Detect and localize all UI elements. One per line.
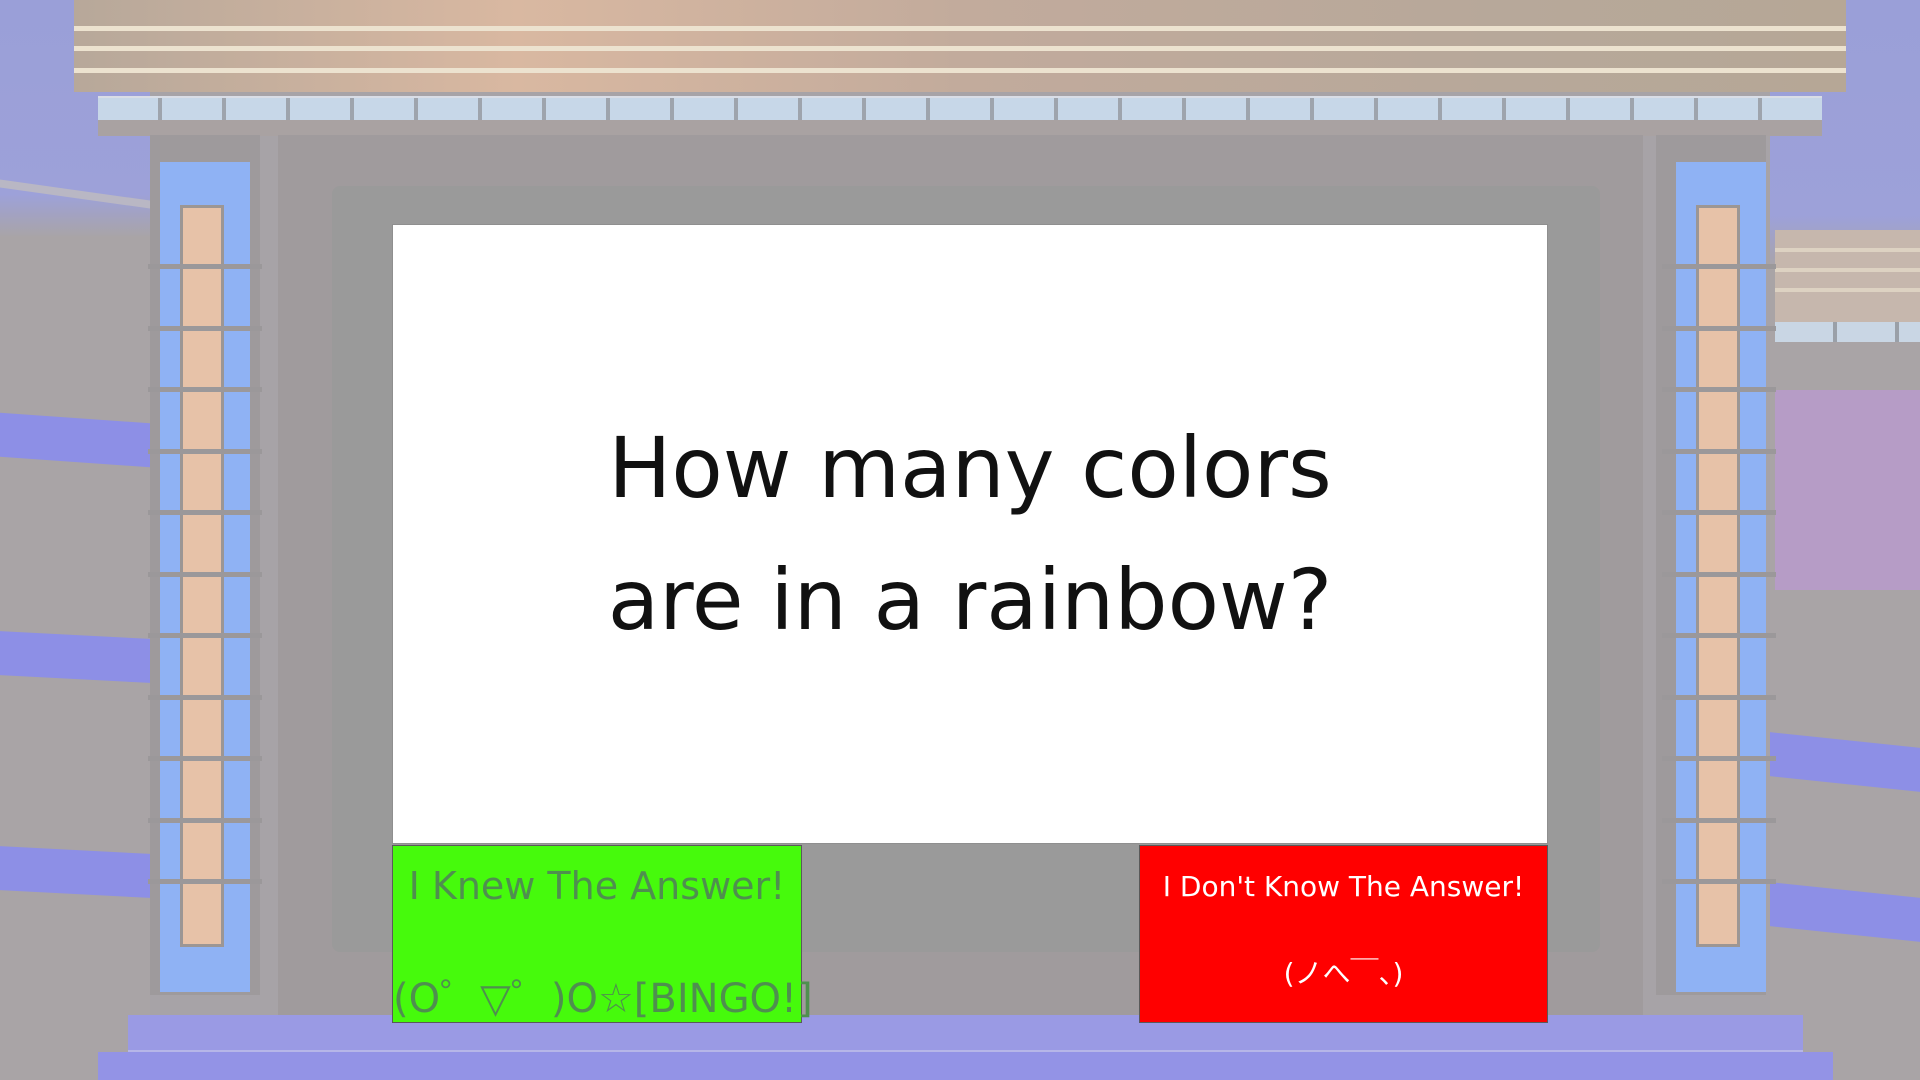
- question-card: How many colors are in a rainbow?: [392, 224, 1548, 844]
- pillar-rung: [1662, 448, 1776, 454]
- pillar-rung: [1662, 325, 1776, 331]
- bingo-emoticon: (O゜▽゜)O☆[BINGO!]: [393, 976, 813, 1022]
- pillar-rung: [1662, 510, 1776, 515]
- knew-answer-button[interactable]: I Knew The Answer! (O゜▽゜)O☆[BINGO!]: [392, 845, 813, 1023]
- left-wall-stripe: [0, 846, 150, 898]
- pillar-rung: [1662, 264, 1776, 269]
- stage-floor-base: [98, 1052, 1833, 1080]
- pillar-rung: [1662, 571, 1776, 577]
- right-building-trim: [1775, 248, 1920, 252]
- header-trim-line: [74, 68, 1846, 73]
- header-trim-line: [74, 46, 1846, 51]
- pillar-rung: [148, 817, 262, 823]
- left-background-wall: [0, 0, 150, 1080]
- dont-know-answer-label: I Don't Know The Answer!: [1162, 870, 1525, 903]
- knew-answer-label: I Knew The Answer!: [408, 864, 786, 908]
- pillar-rung: [148, 325, 262, 331]
- pillar-rung: [148, 879, 262, 884]
- pillar-rung: [148, 633, 262, 638]
- left-wall-stripe: [0, 631, 150, 683]
- pillar-rung: [1662, 694, 1776, 700]
- pillar-rung: [148, 571, 262, 577]
- sad-emoticon: (ノへ￣、): [1283, 957, 1404, 990]
- pillar-rung: [1662, 387, 1776, 392]
- pillar-rung: [148, 448, 262, 454]
- right-building-tiles: [1775, 322, 1920, 342]
- right-building-trim: [1775, 268, 1920, 272]
- header-base: [98, 120, 1822, 136]
- pillar-rung: [148, 694, 262, 700]
- right-building-trim: [1775, 288, 1920, 292]
- stage-floor-step: [128, 1015, 1803, 1054]
- pillar-rung: [1662, 817, 1776, 823]
- pillar-rung: [148, 387, 262, 392]
- pillar-rung: [1662, 879, 1776, 884]
- question-text: How many colors are in a rainbow?: [607, 419, 1333, 649]
- dont-know-answer-button[interactable]: I Don't Know The Answer! (ノへ￣、): [1139, 845, 1548, 1023]
- game-stage: How many colors are in a rainbow? I Knew…: [0, 0, 1920, 1080]
- right-background-panel: [1775, 390, 1920, 590]
- pillar-rung: [148, 510, 262, 515]
- pillar-rung: [1662, 633, 1776, 638]
- pillar-rung: [148, 264, 262, 269]
- header-trim-line: [74, 26, 1846, 31]
- header-light-tiles: [98, 96, 1822, 122]
- pillar-rung: [1662, 756, 1776, 761]
- pillar-rung: [148, 756, 262, 761]
